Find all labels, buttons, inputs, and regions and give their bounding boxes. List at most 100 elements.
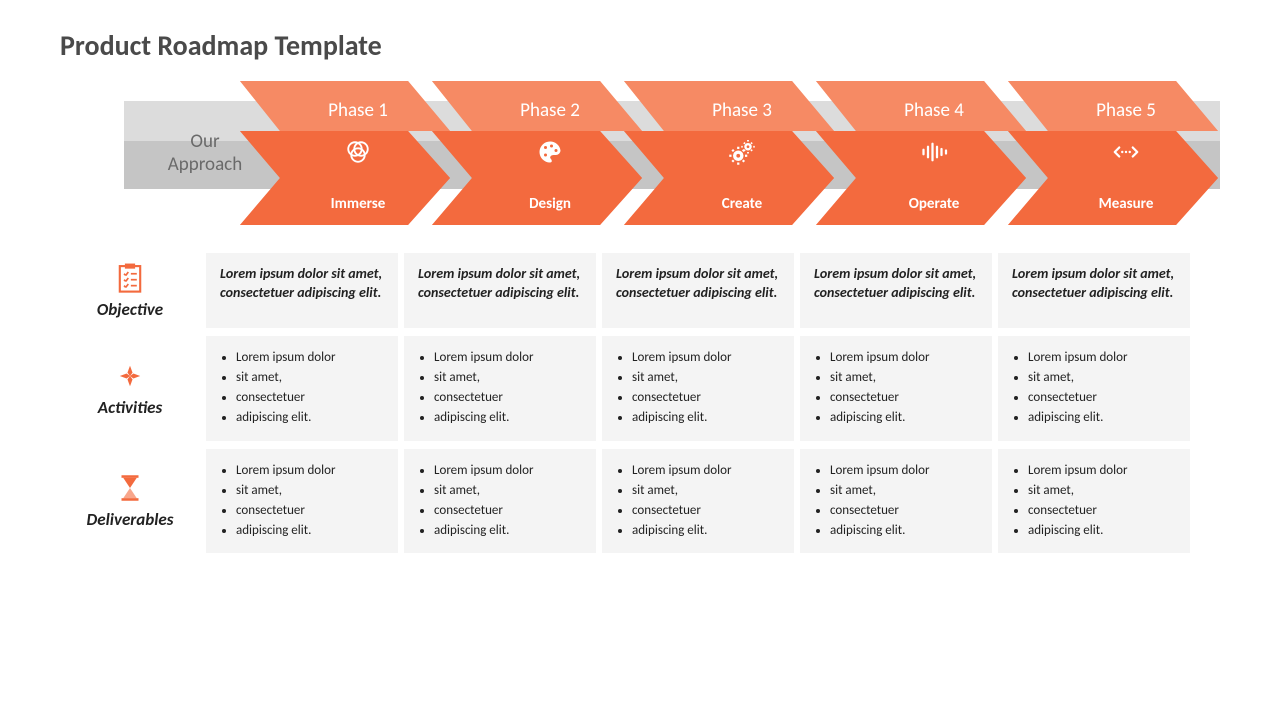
matrix-grid: Objective Lorem ipsum dolor sit amet, con… bbox=[60, 253, 1220, 553]
cell: Lorem ipsum dolor sit amet, consectetuer… bbox=[998, 253, 1190, 328]
row-label: Deliverables bbox=[87, 509, 174, 530]
list-item: adipiscing elit. bbox=[632, 408, 780, 428]
list-item: consectetuer bbox=[434, 501, 582, 521]
list-item: consectetuer bbox=[830, 501, 978, 521]
cell-text: Lorem ipsum dolor sit amet, consectetuer… bbox=[418, 265, 582, 303]
list-item: sit amet, bbox=[236, 368, 384, 388]
list-item: adipiscing elit. bbox=[1028, 408, 1176, 428]
list-item: Lorem ipsum dolor bbox=[632, 348, 780, 368]
cell: Lorem ipsum dolorsit amet,consectetuerad… bbox=[404, 336, 596, 441]
list-item: sit amet, bbox=[830, 368, 978, 388]
list-item: consectetuer bbox=[236, 501, 384, 521]
phase-label: Phase 5 bbox=[1056, 99, 1196, 122]
cell: Lorem ipsum dolor sit amet, consectetuer… bbox=[800, 253, 992, 328]
list-item: consectetuer bbox=[632, 501, 780, 521]
row-header-activities: Activities bbox=[60, 336, 200, 441]
cell-list: Lorem ipsum dolorsit amet,consectetuerad… bbox=[616, 461, 780, 542]
list-item: adipiscing elit. bbox=[434, 408, 582, 428]
list-item: Lorem ipsum dolor bbox=[236, 348, 384, 368]
phase-label: Phase 3 bbox=[672, 99, 812, 122]
slide-title: Product Roadmap Template bbox=[60, 28, 1220, 63]
list-item: adipiscing elit. bbox=[434, 521, 582, 541]
phase-name: Measure bbox=[1056, 195, 1196, 213]
cell: Lorem ipsum dolorsit amet,consectetuerad… bbox=[602, 449, 794, 554]
hands-icon bbox=[113, 359, 147, 393]
row-deliverables: DeliverablesLorem ipsum dolorsit amet,co… bbox=[60, 449, 1220, 554]
row-label: Objective bbox=[97, 299, 163, 320]
list-item: sit amet, bbox=[830, 481, 978, 501]
list-item: adipiscing elit. bbox=[830, 408, 978, 428]
phase-name: Design bbox=[480, 195, 620, 213]
list-item: Lorem ipsum dolor bbox=[1028, 461, 1176, 481]
list-item: sit amet, bbox=[632, 368, 780, 388]
row-header-deliverables: Deliverables bbox=[60, 449, 200, 554]
list-item: adipiscing elit. bbox=[236, 408, 384, 428]
list-item: sit amet, bbox=[434, 368, 582, 388]
cell: Lorem ipsum dolorsit amet,consectetuerad… bbox=[404, 449, 596, 554]
list-item: Lorem ipsum dolor bbox=[632, 461, 780, 481]
cell-list: Lorem ipsum dolorsit amet,consectetuerad… bbox=[220, 461, 384, 542]
list-item: consectetuer bbox=[830, 388, 978, 408]
gears-icon bbox=[672, 137, 812, 169]
cell-text: Lorem ipsum dolor sit amet, consectetuer… bbox=[616, 265, 780, 303]
list-item: sit amet, bbox=[632, 481, 780, 501]
cell-list: Lorem ipsum dolorsit amet,consectetuerad… bbox=[814, 348, 978, 429]
list-item: consectetuer bbox=[434, 388, 582, 408]
cell: Lorem ipsum dolorsit amet,consectetuerad… bbox=[800, 336, 992, 441]
list-item: Lorem ipsum dolor bbox=[434, 461, 582, 481]
row-label: Activities bbox=[98, 397, 162, 418]
cell: Lorem ipsum dolor sit amet, consectetuer… bbox=[206, 253, 398, 328]
list-item: consectetuer bbox=[1028, 388, 1176, 408]
cell: Lorem ipsum dolorsit amet,consectetuerad… bbox=[998, 449, 1190, 554]
list-item: consectetuer bbox=[236, 388, 384, 408]
list-item: consectetuer bbox=[632, 388, 780, 408]
cell-text: Lorem ipsum dolor sit amet, consectetuer… bbox=[220, 265, 384, 303]
cell-text: Lorem ipsum dolor sit amet, consectetuer… bbox=[1012, 265, 1176, 303]
hourglass-icon bbox=[113, 471, 147, 505]
list-item: Lorem ipsum dolor bbox=[236, 461, 384, 481]
list-item: sit amet, bbox=[236, 481, 384, 501]
cell-list: Lorem ipsum dolorsit amet,consectetuerad… bbox=[1012, 461, 1176, 542]
cell: Lorem ipsum dolorsit amet,consectetuerad… bbox=[206, 336, 398, 441]
phase-chevron-5: Phase 5 Measure bbox=[1008, 81, 1218, 225]
list-item: Lorem ipsum dolor bbox=[830, 348, 978, 368]
phase-chevron-2: Phase 2 Design bbox=[432, 81, 642, 225]
phase-name: Operate bbox=[864, 195, 1004, 213]
list-item: Lorem ipsum dolor bbox=[1028, 348, 1176, 368]
list-item: sit amet, bbox=[1028, 368, 1176, 388]
list-item: sit amet, bbox=[1028, 481, 1176, 501]
phase-chevron-4: Phase 4 Operate bbox=[816, 81, 1026, 225]
cell-list: Lorem ipsum dolorsit amet,consectetuerad… bbox=[1012, 348, 1176, 429]
cell: Lorem ipsum dolor sit amet, consectetuer… bbox=[602, 253, 794, 328]
list-item: Lorem ipsum dolor bbox=[830, 461, 978, 481]
cell-text: Lorem ipsum dolor sit amet, consectetuer… bbox=[814, 265, 978, 303]
list-item: adipiscing elit. bbox=[632, 521, 780, 541]
cell: Lorem ipsum dolorsit amet,consectetuerad… bbox=[206, 449, 398, 554]
palette-icon bbox=[480, 137, 620, 169]
phase-chevron-1: Phase 1 Immerse bbox=[240, 81, 450, 225]
cell-list: Lorem ipsum dolorsit amet,consectetuerad… bbox=[418, 461, 582, 542]
phase-label: Phase 1 bbox=[288, 99, 428, 122]
phase-label: Phase 2 bbox=[480, 99, 620, 122]
list-item: Lorem ipsum dolor bbox=[434, 348, 582, 368]
phase-name: Immerse bbox=[288, 195, 428, 213]
list-item: sit amet, bbox=[434, 481, 582, 501]
phase-name: Create bbox=[672, 195, 812, 213]
list-item: adipiscing elit. bbox=[236, 521, 384, 541]
soundwave-icon bbox=[864, 137, 1004, 169]
row-activities: ActivitiesLorem ipsum dolorsit amet,cons… bbox=[60, 336, 1220, 441]
cell-list: Lorem ipsum dolorsit amet,consectetuerad… bbox=[814, 461, 978, 542]
list-item: adipiscing elit. bbox=[830, 521, 978, 541]
phase-chevron-3: Phase 3 Create bbox=[624, 81, 834, 225]
cell-list: Lorem ipsum dolorsit amet,consectetuerad… bbox=[616, 348, 780, 429]
cell: Lorem ipsum dolor sit amet, consectetuer… bbox=[404, 253, 596, 328]
cell: Lorem ipsum dolorsit amet,consectetuerad… bbox=[998, 336, 1190, 441]
cell: Lorem ipsum dolorsit amet,consectetuerad… bbox=[800, 449, 992, 554]
venn-icon bbox=[288, 137, 428, 169]
list-item: consectetuer bbox=[1028, 501, 1176, 521]
list-item: adipiscing elit. bbox=[1028, 521, 1176, 541]
phase-label: Phase 4 bbox=[864, 99, 1004, 122]
checklist-icon bbox=[113, 261, 147, 295]
cell-list: Lorem ipsum dolorsit amet,consectetuerad… bbox=[220, 348, 384, 429]
row-header-objective: Objective bbox=[60, 253, 200, 328]
